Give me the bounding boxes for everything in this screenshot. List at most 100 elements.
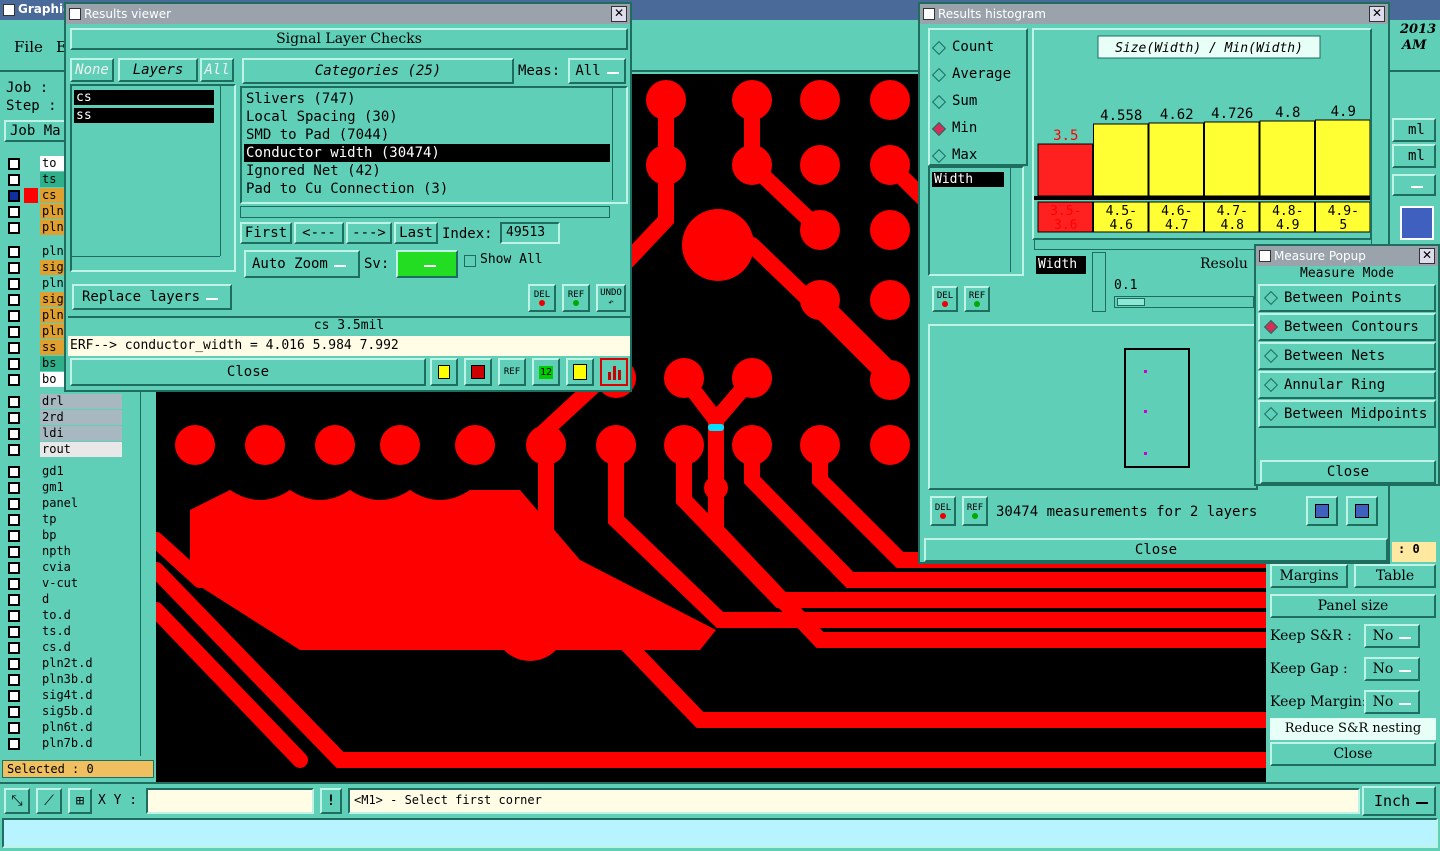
- first-button[interactable]: First: [240, 222, 292, 244]
- del-icon[interactable]: DEL: [930, 496, 956, 526]
- layer-checkbox[interactable]: [8, 706, 20, 718]
- layer-row[interactable]: pln2t.d: [0, 656, 150, 672]
- radio-icon[interactable]: [1263, 377, 1279, 393]
- layers-hscrollbar[interactable]: [72, 256, 220, 268]
- layer-checkbox[interactable]: [8, 358, 20, 370]
- ref-icon[interactable]: REF: [562, 284, 590, 312]
- layer-row[interactable]: tp: [0, 512, 150, 528]
- layer-checkbox[interactable]: [8, 530, 20, 542]
- measure-mode-option[interactable]: Between Nets: [1258, 342, 1436, 370]
- layer-checkbox[interactable]: [8, 294, 20, 306]
- histogram-icon[interactable]: [600, 358, 628, 386]
- layer-row[interactable]: drl: [0, 394, 150, 410]
- report-icon[interactable]: [566, 358, 594, 386]
- layer-checkbox[interactable]: [8, 342, 20, 354]
- layer-row[interactable]: panel: [0, 496, 150, 512]
- layer-checkbox[interactable]: [8, 206, 20, 218]
- del-icon[interactable]: DEL: [932, 286, 958, 312]
- grid-icon[interactable]: ⊞: [68, 788, 92, 814]
- layer-row[interactable]: sig4t.d: [0, 688, 150, 704]
- aggregation-mode-option[interactable]: Max: [931, 142, 1011, 169]
- layer-checkbox[interactable]: [8, 722, 20, 734]
- next-button[interactable]: --->: [346, 222, 392, 244]
- layer-checkbox[interactable]: [8, 310, 20, 322]
- layer-checkbox[interactable]: [8, 466, 20, 478]
- histogram-bar[interactable]: [1204, 121, 1260, 197]
- alert-icon[interactable]: !: [320, 788, 342, 814]
- margins-button[interactable]: Margins: [1270, 564, 1348, 588]
- radio-icon[interactable]: [931, 94, 947, 109]
- ml-field-1[interactable]: ml: [1392, 118, 1436, 142]
- layer-list-item[interactable]: ss: [74, 108, 214, 123]
- layer-checkbox[interactable]: [8, 278, 20, 290]
- meas-dropdown[interactable]: All: [568, 58, 626, 84]
- layer-checkbox[interactable]: [8, 642, 20, 654]
- keep-gap-dropdown[interactable]: No: [1364, 657, 1420, 681]
- ref-icon[interactable]: REF: [964, 286, 990, 312]
- width-selector[interactable]: Width: [1036, 256, 1086, 274]
- layer-checkbox[interactable]: [8, 396, 20, 408]
- aggregation-mode-option[interactable]: Sum: [931, 88, 1011, 115]
- layer-checkbox[interactable]: [8, 190, 20, 202]
- job-manager-button[interactable]: Job Ma: [4, 120, 68, 142]
- layer-row[interactable]: pln7b.d: [0, 736, 150, 752]
- histogram-bar[interactable]: [1148, 122, 1204, 197]
- layer-row[interactable]: v-cut: [0, 576, 150, 592]
- layer-color-swatch[interactable]: [24, 188, 38, 203]
- layer-row[interactable]: gm1: [0, 480, 150, 496]
- all-layers-button[interactable]: All: [200, 58, 234, 82]
- keep-margin-dropdown[interactable]: No: [1364, 690, 1420, 714]
- histogram-bar[interactable]: [1093, 123, 1149, 197]
- grid-pattern-icon[interactable]: [1400, 206, 1434, 240]
- layer-checkbox[interactable]: [8, 246, 20, 258]
- layer-list-item[interactable]: cs: [74, 90, 214, 105]
- measure-mode-option[interactable]: Annular Ring: [1258, 371, 1436, 399]
- attribute-scrollbar[interactable]: [1010, 168, 1022, 272]
- histogram-bar[interactable]: [1037, 143, 1093, 197]
- zoom-to-all-icon[interactable]: [1346, 496, 1378, 526]
- menu-file[interactable]: File: [14, 38, 43, 56]
- layer-row[interactable]: ts.d: [0, 624, 150, 640]
- aggregation-mode-option[interactable]: Count: [931, 34, 1011, 61]
- right-dropdown[interactable]: [1392, 174, 1436, 196]
- layer-checkbox[interactable]: [8, 428, 20, 440]
- layer-checkbox[interactable]: [8, 610, 20, 622]
- prev-button[interactable]: <---: [294, 222, 344, 244]
- category-item[interactable]: Pad to Cu Connection (3): [244, 180, 610, 198]
- radio-icon[interactable]: [931, 67, 947, 82]
- radio-icon[interactable]: [931, 121, 947, 136]
- layer-checkbox[interactable]: [8, 158, 20, 170]
- counter-icon[interactable]: 12: [532, 358, 560, 386]
- last-button[interactable]: Last: [394, 222, 438, 244]
- layer-checkbox[interactable]: [8, 690, 20, 702]
- close-icon[interactable]: ✕: [1369, 6, 1385, 22]
- ref-icon[interactable]: REF: [962, 496, 988, 526]
- replace-layers-dropdown[interactable]: Replace layers: [72, 284, 232, 310]
- results-viewer-close-button[interactable]: Close: [70, 358, 426, 386]
- layers-scrollbar[interactable]: [220, 86, 232, 256]
- radio-icon[interactable]: [931, 40, 947, 55]
- category-item[interactable]: Slivers (747): [244, 90, 610, 108]
- category-item[interactable]: SMD to Pad (7044): [244, 126, 610, 144]
- layer-row[interactable]: cs.d: [0, 640, 150, 656]
- layer-row[interactable]: pln6t.d: [0, 720, 150, 736]
- radio-icon[interactable]: [1263, 290, 1279, 306]
- layer-row[interactable]: to.d: [0, 608, 150, 624]
- layer-checkbox[interactable]: [8, 174, 20, 186]
- layer-checkbox[interactable]: [8, 498, 20, 510]
- zoom-fit-icon[interactable]: ⤡: [4, 788, 30, 814]
- table-button[interactable]: Table: [1354, 564, 1436, 588]
- layer-row[interactable]: ldi: [0, 426, 150, 442]
- resolution-slider[interactable]: [1114, 296, 1254, 308]
- layer-row[interactable]: sig5b.d: [0, 704, 150, 720]
- layer-row[interactable]: cvia: [0, 560, 150, 576]
- layer-checkbox[interactable]: [8, 222, 20, 234]
- measure-mode-option[interactable]: Between Points: [1258, 284, 1436, 312]
- layer-checkbox[interactable]: [8, 546, 20, 558]
- layer-checkbox[interactable]: [8, 374, 20, 386]
- category-item[interactable]: Conductor width (30474): [244, 144, 610, 162]
- measure-popup-titlebar[interactable]: Measure Popup ✕: [1256, 246, 1438, 266]
- layer-row[interactable]: gd1: [0, 464, 150, 480]
- category-item[interactable]: Local Spacing (30): [244, 108, 610, 126]
- close-icon[interactable]: ✕: [1419, 248, 1435, 264]
